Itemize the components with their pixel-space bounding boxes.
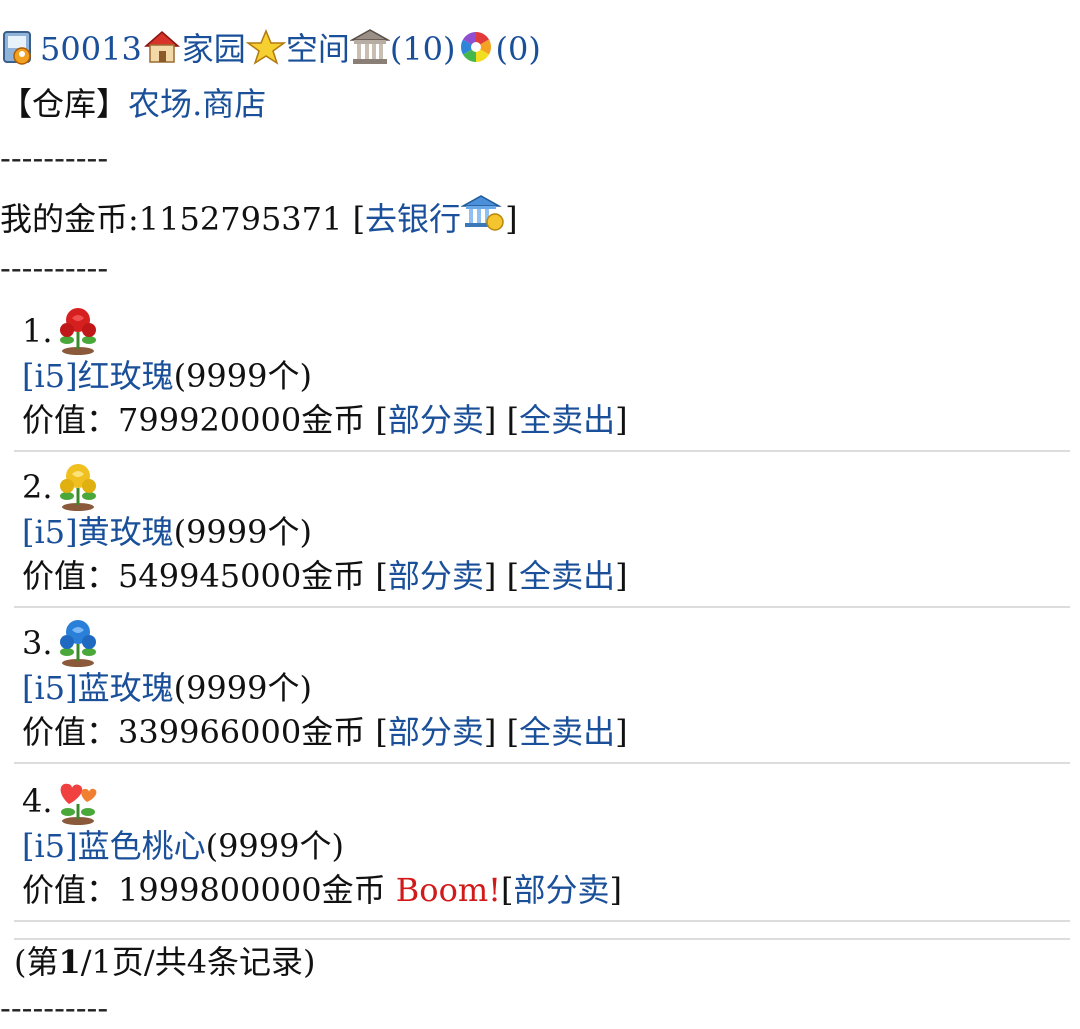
pager-open: (第: [14, 943, 59, 981]
item-index: 1.: [22, 312, 53, 350]
phone-icon: [0, 30, 40, 66]
item-count: (9999个): [173, 669, 312, 707]
header-bar: 50013 家园 空间 (10) (0): [0, 28, 541, 69]
gold-bracket-close: ]: [505, 200, 518, 238]
star-icon: [245, 28, 287, 66]
item-index: 3.: [22, 624, 53, 662]
item-value: 价值：549945000金币: [22, 557, 376, 595]
nav-dot: .: [192, 85, 203, 123]
nav-current-warehouse: 仓库: [32, 85, 97, 123]
separator: ----------: [0, 249, 109, 287]
item-value: 价值：1999800000金币: [22, 871, 396, 909]
item-value: 价值：799920000金币: [22, 401, 376, 439]
red-rose-icon: [53, 304, 103, 356]
partial-sell-link[interactable]: 部分卖: [514, 871, 610, 909]
bank-count-link[interactable]: (10): [390, 30, 456, 68]
list-item: 2. [i5]黄玫瑰(9999个) 价值：549945000金币 [部分卖] […: [14, 452, 1070, 608]
item-index-row: 1.: [22, 304, 103, 356]
item-value-row: 价值：339966000金币 [部分卖] [全卖出]: [22, 713, 628, 751]
nav-bracket-open: 【: [0, 85, 33, 123]
item-count: (9999个): [173, 513, 312, 551]
item-name-row: [i5]红玫瑰(9999个): [22, 356, 312, 396]
boom-label: Boom!: [395, 871, 502, 909]
gold-bracket-open: [: [352, 200, 366, 238]
item-tag: [i5]: [22, 357, 78, 395]
item-tag: [i5]: [22, 669, 78, 707]
sell-all-link[interactable]: 全卖出: [519, 713, 615, 751]
list-item: 3. [i5]蓝玫瑰(9999个) 价值：339966000金币 [部分卖] […: [14, 608, 1070, 764]
list-item: 4. [i5]蓝色桃心(9999个) 价值：1999800000金币 Boom!…: [14, 764, 1070, 922]
item-name: 蓝色桃心: [77, 827, 206, 865]
item-value-row: 价值：799920000金币 [部分卖] [全卖出]: [22, 401, 628, 439]
partial-sell-link[interactable]: 部分卖: [388, 713, 484, 751]
nav-bar: 【仓库】农场.商店: [0, 84, 266, 124]
pager-rest: /1页/共4条记录): [80, 943, 316, 981]
item-name: 黄玫瑰: [77, 513, 174, 551]
bank-building-icon: [348, 28, 391, 66]
item-index: 4.: [22, 782, 53, 820]
user-id-link[interactable]: 50013: [40, 30, 142, 68]
item-value-row: 价值：549945000金币 [部分卖] [全卖出]: [22, 557, 628, 595]
item-count: (9999个): [205, 827, 344, 865]
item-index-row: 4.: [22, 774, 103, 826]
item-name: 蓝玫瑰: [77, 669, 174, 707]
gold-label: 我的金币:1152795371: [0, 200, 353, 238]
separator: ----------: [0, 139, 109, 177]
item-name-link[interactable]: [i5]蓝色桃心: [22, 827, 206, 865]
item-index-row: 2.: [22, 460, 103, 512]
pager-current-page: 1: [58, 943, 81, 981]
bank-coin-icon: [460, 194, 505, 234]
yellow-rose-icon: [53, 460, 103, 512]
item-index-row: 3.: [22, 616, 103, 668]
item-name: 红玫瑰: [77, 357, 174, 395]
sell-all-link[interactable]: 全卖出: [519, 557, 615, 595]
item-name-link[interactable]: [i5]黄玫瑰: [22, 513, 174, 551]
heart-flower-icon: [53, 774, 103, 826]
item-tag: [i5]: [22, 827, 78, 865]
item-name-row: [i5]蓝玫瑰(9999个): [22, 668, 312, 708]
color-wheel-icon: [456, 28, 496, 66]
separator: ----------: [0, 989, 109, 1027]
item-name-row: [i5]黄玫瑰(9999个): [22, 512, 312, 552]
item-tag: [i5]: [22, 513, 78, 551]
home-link[interactable]: 家园: [182, 30, 246, 68]
nav-bracket-close: 】: [96, 85, 129, 123]
house-icon: [142, 28, 182, 66]
blue-rose-icon: [53, 616, 103, 668]
item-value-row: 价值：1999800000金币 Boom![部分卖]: [22, 871, 623, 909]
item-name-row: [i5]蓝色桃心(9999个): [22, 826, 344, 866]
go-bank-link[interactable]: 去银行: [365, 200, 461, 238]
gold-line: 我的金币:1152795371 [去银行 ]: [0, 194, 518, 239]
pagination: (第1/1页/共4条记录): [14, 938, 1070, 982]
farm-link[interactable]: 农场: [128, 85, 192, 123]
item-name-link[interactable]: [i5]红玫瑰: [22, 357, 174, 395]
pagination-text: (第1/1页/共4条记录): [14, 942, 1070, 982]
item-count: (9999个): [173, 357, 312, 395]
wheel-count-link[interactable]: (0): [496, 30, 541, 68]
partial-sell-link[interactable]: 部分卖: [388, 557, 484, 595]
space-link[interactable]: 空间: [286, 30, 350, 68]
partial-sell-link[interactable]: 部分卖: [388, 401, 484, 439]
shop-link[interactable]: 商店: [202, 85, 266, 123]
item-value: 价值：339966000金币: [22, 713, 376, 751]
sell-all-link[interactable]: 全卖出: [519, 401, 615, 439]
item-index: 2.: [22, 468, 53, 506]
list-item: 1. [i5]红玫瑰(9999个) 价值：799920000金币 [部分卖] […: [14, 296, 1070, 452]
item-name-link[interactable]: [i5]蓝玫瑰: [22, 669, 174, 707]
